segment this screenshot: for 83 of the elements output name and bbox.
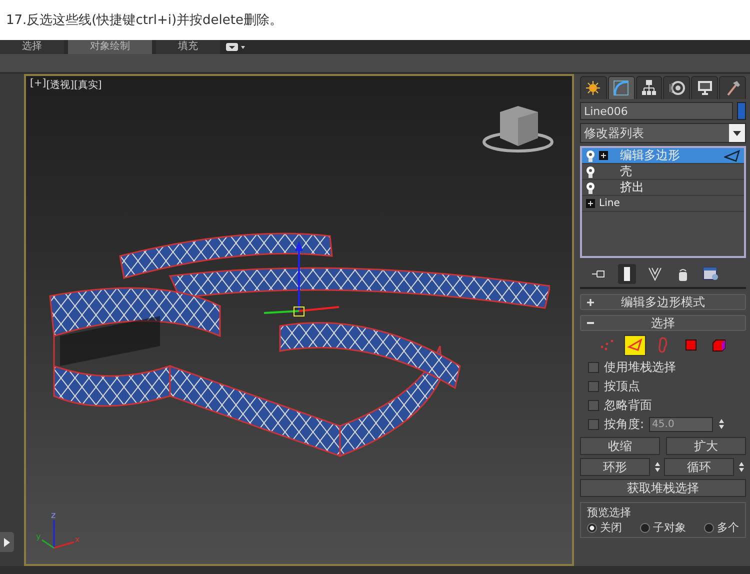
monitor-icon: [696, 80, 713, 96]
panel-tab[interactable]: [663, 76, 690, 99]
modifier-stack-item[interactable]: Line: [582, 196, 744, 212]
window-icon: [703, 267, 719, 281]
show-end-result-button[interactable]: [618, 264, 636, 284]
modifier-stack-item[interactable]: 编辑多边形: [582, 148, 744, 164]
pin-icon: [592, 269, 606, 279]
modifier-stack-item[interactable]: 壳: [582, 164, 744, 180]
object-color-swatch[interactable]: [737, 102, 746, 120]
circle-icon: [668, 80, 685, 96]
axis-label: x: [75, 535, 80, 544]
hierarchy-icon: [641, 80, 658, 96]
ribbon-tab[interactable]: 填充: [156, 40, 220, 54]
option-label: 使用堆栈选择: [604, 358, 676, 376]
panel-tab[interactable]: [691, 76, 718, 99]
radio-option[interactable]: 多个: [704, 520, 739, 535]
selection-button[interactable]: 扩大: [666, 437, 746, 455]
radio-option[interactable]: 关闭: [587, 520, 622, 535]
radio-button[interactable]: [587, 522, 597, 532]
ribbon-tab[interactable]: 对象绘制: [68, 40, 152, 54]
axis-label: z: [51, 511, 56, 521]
expand-button[interactable]: [0, 532, 14, 552]
option-label: 忽略背面: [604, 396, 652, 414]
vertex-dots-icon: [600, 339, 614, 351]
light-bulb-icon[interactable]: [586, 150, 595, 162]
plus-box-icon[interactable]: [599, 151, 608, 160]
panel-tab[interactable]: [719, 76, 746, 99]
rollout-header[interactable]: 选择: [580, 315, 746, 331]
radio-button[interactable]: [704, 522, 714, 532]
curve-icon: [613, 80, 630, 96]
minus-icon: [587, 322, 594, 324]
rollout-title: 选择: [650, 314, 676, 332]
modifier-name: Line: [599, 198, 621, 209]
radio-button[interactable]: [640, 522, 650, 532]
chevron-down-icon: [733, 130, 741, 136]
modifier-name: 壳: [620, 163, 633, 180]
viewport-label[interactable]: [透视]: [46, 78, 74, 92]
checkbox[interactable]: [588, 362, 599, 372]
bin-icon: [678, 268, 688, 280]
plus-icon: [587, 298, 594, 306]
light-bulb-icon[interactable]: [586, 182, 595, 194]
sun-icon: [586, 81, 600, 95]
option-label: 按角度:: [604, 416, 644, 432]
checkbox[interactable]: [588, 380, 599, 392]
triangle-edge-icon: [627, 338, 643, 352]
modifier-name: 编辑多边形: [620, 147, 681, 164]
spinner-arrows-icon[interactable]: [738, 461, 744, 473]
ribbon-tab[interactable]: 选择: [0, 40, 64, 54]
modifier-stack-item[interactable]: 挤出: [582, 180, 744, 196]
loop-outline-icon: [658, 337, 668, 353]
viewport-label[interactable]: [+]: [30, 78, 46, 92]
rollout-title: 编辑多边形模式: [620, 294, 706, 310]
object-name-field[interactable]: Line006: [580, 102, 733, 120]
spinner-arrows-icon[interactable]: [718, 418, 726, 430]
axis-label: y: [36, 532, 41, 541]
panel-tab[interactable]: [636, 76, 662, 99]
panel-tab[interactable]: [608, 76, 635, 99]
cube-icon: [712, 338, 726, 352]
selection-button[interactable]: 环形: [580, 458, 650, 476]
modifier-list-dropdown[interactable]: 修改器列表: [580, 123, 746, 143]
play-icon: [4, 538, 10, 546]
option-label: 按顶点: [604, 378, 640, 394]
get-stack-selection-button[interactable]: 获取堆栈选择: [580, 479, 746, 497]
triangle-edge-icon: [724, 150, 740, 162]
group-title: 预览选择: [587, 506, 631, 519]
plus-box-icon[interactable]: [586, 199, 595, 208]
checkbox[interactable]: [588, 400, 599, 410]
modifier-name: 挤出: [620, 179, 645, 196]
radio-option[interactable]: 子对象: [640, 520, 686, 535]
viewport-label[interactable]: [真实]: [74, 78, 102, 92]
bar-icon: [624, 267, 630, 281]
v-shape-icon: [648, 267, 662, 281]
spinner-arrows-icon[interactable]: [654, 461, 660, 473]
dropdown-icon[interactable]: [224, 40, 248, 54]
panel-tab[interactable]: [580, 76, 607, 99]
selection-button[interactable]: 循环: [664, 458, 734, 476]
subobject-level-button[interactable]: [624, 334, 646, 356]
square-icon: [685, 339, 697, 351]
hammer-icon: [724, 80, 741, 96]
selection-button[interactable]: 收缩: [580, 437, 660, 455]
rollout-header[interactable]: 编辑多边形模式: [580, 294, 746, 310]
light-bulb-icon[interactable]: [586, 166, 595, 178]
checkbox[interactable]: [588, 418, 599, 430]
